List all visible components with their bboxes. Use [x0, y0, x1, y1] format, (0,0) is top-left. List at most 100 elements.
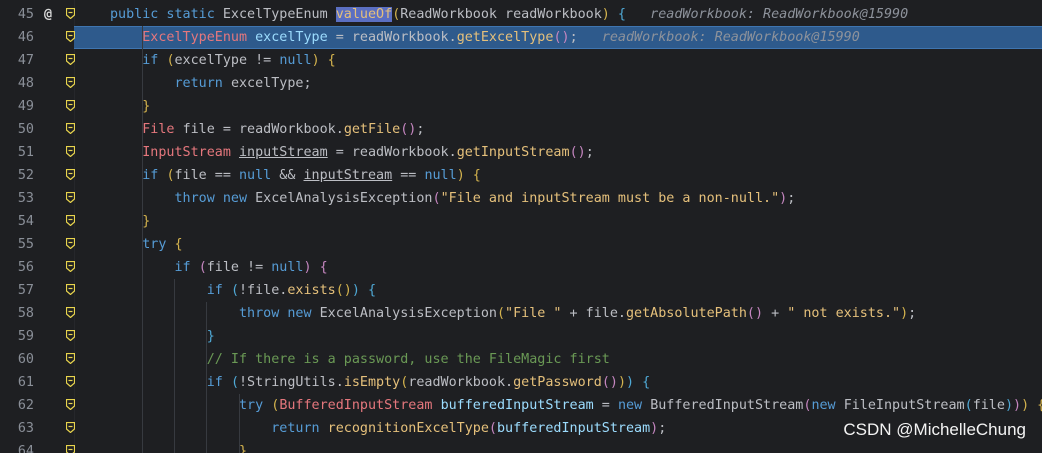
fold-marker-icon[interactable]	[66, 8, 75, 19]
code-line[interactable]: 50 File file = readWorkbook.getFile();	[0, 118, 1042, 141]
line-number[interactable]: 55	[0, 233, 34, 256]
code-token: getExcelType	[456, 30, 554, 45]
code-text[interactable]: throw new ExcelAnalysisException("File "…	[110, 302, 916, 325]
code-token: = readWorkbook.	[327, 30, 457, 45]
code-line[interactable]: 56 if (file != null) {	[0, 256, 1042, 279]
code-text[interactable]: // If there is a password, use the FileM…	[110, 348, 610, 371]
code-line[interactable]: 53 throw new ExcelAnalysisException("Fil…	[0, 187, 1042, 210]
fold-marker-icon[interactable]	[66, 422, 75, 433]
line-number[interactable]: 57	[0, 279, 34, 302]
line-number[interactable]: 45	[0, 3, 34, 26]
code-text[interactable]: ExcelTypeEnum excelType = readWorkbook.g…	[110, 26, 860, 49]
fold-marker-icon[interactable]	[66, 238, 75, 249]
code-text[interactable]: File file = readWorkbook.getFile();	[110, 118, 424, 141]
fold-marker-icon[interactable]	[66, 445, 75, 453]
code-line[interactable]: 47 if (excelType != null) {	[0, 49, 1042, 72]
fold-marker-icon[interactable]	[66, 31, 75, 42]
line-number[interactable]: 50	[0, 118, 34, 141]
code-text[interactable]: }	[110, 325, 215, 348]
code-text[interactable]: InputStream inputStream = readWorkbook.g…	[110, 141, 594, 164]
code-line[interactable]: 60 // If there is a password, use the Fi…	[0, 348, 1042, 371]
code-token: excelType	[255, 30, 328, 45]
code-text[interactable]: if (!file.exists()) {	[110, 279, 376, 302]
fold-marker-icon[interactable]	[66, 192, 75, 203]
code-line[interactable]: 54 }	[0, 210, 1042, 233]
code-line[interactable]: 55 try {	[0, 233, 1042, 256]
code-line[interactable]: 57 if (!file.exists()) {	[0, 279, 1042, 302]
code-token: (	[432, 191, 441, 206]
code-text[interactable]: public static ExcelTypeEnum valueOf(Read…	[110, 3, 908, 26]
indent-guide	[174, 279, 176, 453]
line-number[interactable]: 48	[0, 72, 34, 95]
fold-marker-icon[interactable]	[66, 215, 75, 226]
code-token: +	[763, 306, 788, 321]
code-line[interactable]: 52 if (file == null && inputStream == nu…	[0, 164, 1042, 187]
line-number[interactable]: 60	[0, 348, 34, 371]
fold-marker-icon[interactable]	[66, 146, 75, 157]
code-token: if	[110, 53, 167, 68]
line-number[interactable]: 62	[0, 394, 34, 417]
code-line[interactable]: 49 }	[0, 95, 1042, 118]
fold-marker-icon[interactable]	[66, 330, 75, 341]
indent-guide	[206, 302, 208, 453]
code-token: getInputStream	[456, 145, 570, 160]
line-number[interactable]: 54	[0, 210, 34, 233]
line-number[interactable]: 64	[0, 440, 34, 453]
code-token: )	[601, 7, 610, 22]
code-token: ;	[658, 421, 667, 436]
code-editor[interactable]: 45 @ public static ExcelTypeEnum valueOf(R…	[0, 0, 1042, 453]
code-line[interactable]: 59 }	[0, 325, 1042, 348]
fold-marker-icon[interactable]	[66, 123, 75, 134]
code-token: )	[303, 260, 312, 275]
code-line[interactable]: 46 ExcelTypeEnum excelType = readWorkboo…	[0, 26, 1042, 49]
fold-marker-icon[interactable]	[66, 307, 75, 318]
code-text[interactable]: if (excelType != null) {	[110, 49, 336, 72]
watermark: CSDN @MichelleChung	[843, 420, 1026, 439]
code-text[interactable]: }	[110, 440, 247, 453]
line-number[interactable]: 53	[0, 187, 34, 210]
line-number[interactable]: 56	[0, 256, 34, 279]
fold-marker-icon[interactable]	[66, 169, 75, 180]
line-number[interactable]: 61	[0, 371, 34, 394]
code-text[interactable]: }	[110, 95, 150, 118]
code-token: {	[464, 168, 481, 183]
fold-marker-icon[interactable]	[66, 261, 75, 272]
code-token: ;	[585, 145, 594, 160]
code-line[interactable]: 64 }	[0, 440, 1042, 453]
line-number[interactable]: 59	[0, 325, 34, 348]
override-marker-icon[interactable]: @	[40, 3, 56, 26]
code-text[interactable]: if (file == null && inputStream == null)…	[110, 164, 481, 187]
code-text[interactable]: try (BufferedInputStream bufferedInputSt…	[110, 394, 1042, 417]
code-text[interactable]: return recognitionExcelType(bufferedInpu…	[110, 417, 666, 440]
fold-marker-icon[interactable]	[66, 100, 75, 111]
code-token: =	[593, 398, 618, 413]
fold-marker-icon[interactable]	[66, 54, 75, 65]
line-number[interactable]: 52	[0, 164, 34, 187]
code-line[interactable]: 48 return excelType;	[0, 72, 1042, 95]
code-token: file ==	[174, 168, 239, 183]
code-line[interactable]: 61 if (!StringUtils.isEmpty(readWorkbook…	[0, 371, 1042, 394]
code-line[interactable]: 45 @ public static ExcelTypeEnum valueOf(R…	[0, 3, 1042, 26]
line-number[interactable]: 58	[0, 302, 34, 325]
code-line[interactable]: 62 try (BufferedInputStream bufferedInpu…	[0, 394, 1042, 417]
code-line[interactable]: 58 throw new ExcelAnalysisException("Fil…	[0, 302, 1042, 325]
code-text[interactable]: return excelType;	[110, 72, 311, 95]
fold-marker-icon[interactable]	[66, 353, 75, 364]
fold-marker-icon[interactable]	[66, 399, 75, 410]
code-text[interactable]: }	[110, 210, 150, 233]
code-text[interactable]: try {	[110, 233, 182, 256]
code-token: "File "	[505, 306, 562, 321]
line-number[interactable]: 47	[0, 49, 34, 72]
line-number[interactable]: 49	[0, 95, 34, 118]
line-number[interactable]: 63	[0, 417, 34, 440]
code-token: try	[110, 398, 272, 413]
fold-marker-icon[interactable]	[66, 284, 75, 295]
code-line[interactable]: 51 InputStream inputStream = readWorkboo…	[0, 141, 1042, 164]
fold-marker-icon[interactable]	[66, 376, 75, 387]
code-text[interactable]: throw new ExcelAnalysisException("File a…	[110, 187, 795, 210]
code-text[interactable]: if (!StringUtils.isEmpty(readWorkbook.ge…	[110, 371, 650, 394]
line-number[interactable]: 51	[0, 141, 34, 164]
line-number[interactable]: 46	[0, 26, 34, 49]
code-token: File	[110, 122, 183, 137]
fold-marker-icon[interactable]	[66, 77, 75, 88]
